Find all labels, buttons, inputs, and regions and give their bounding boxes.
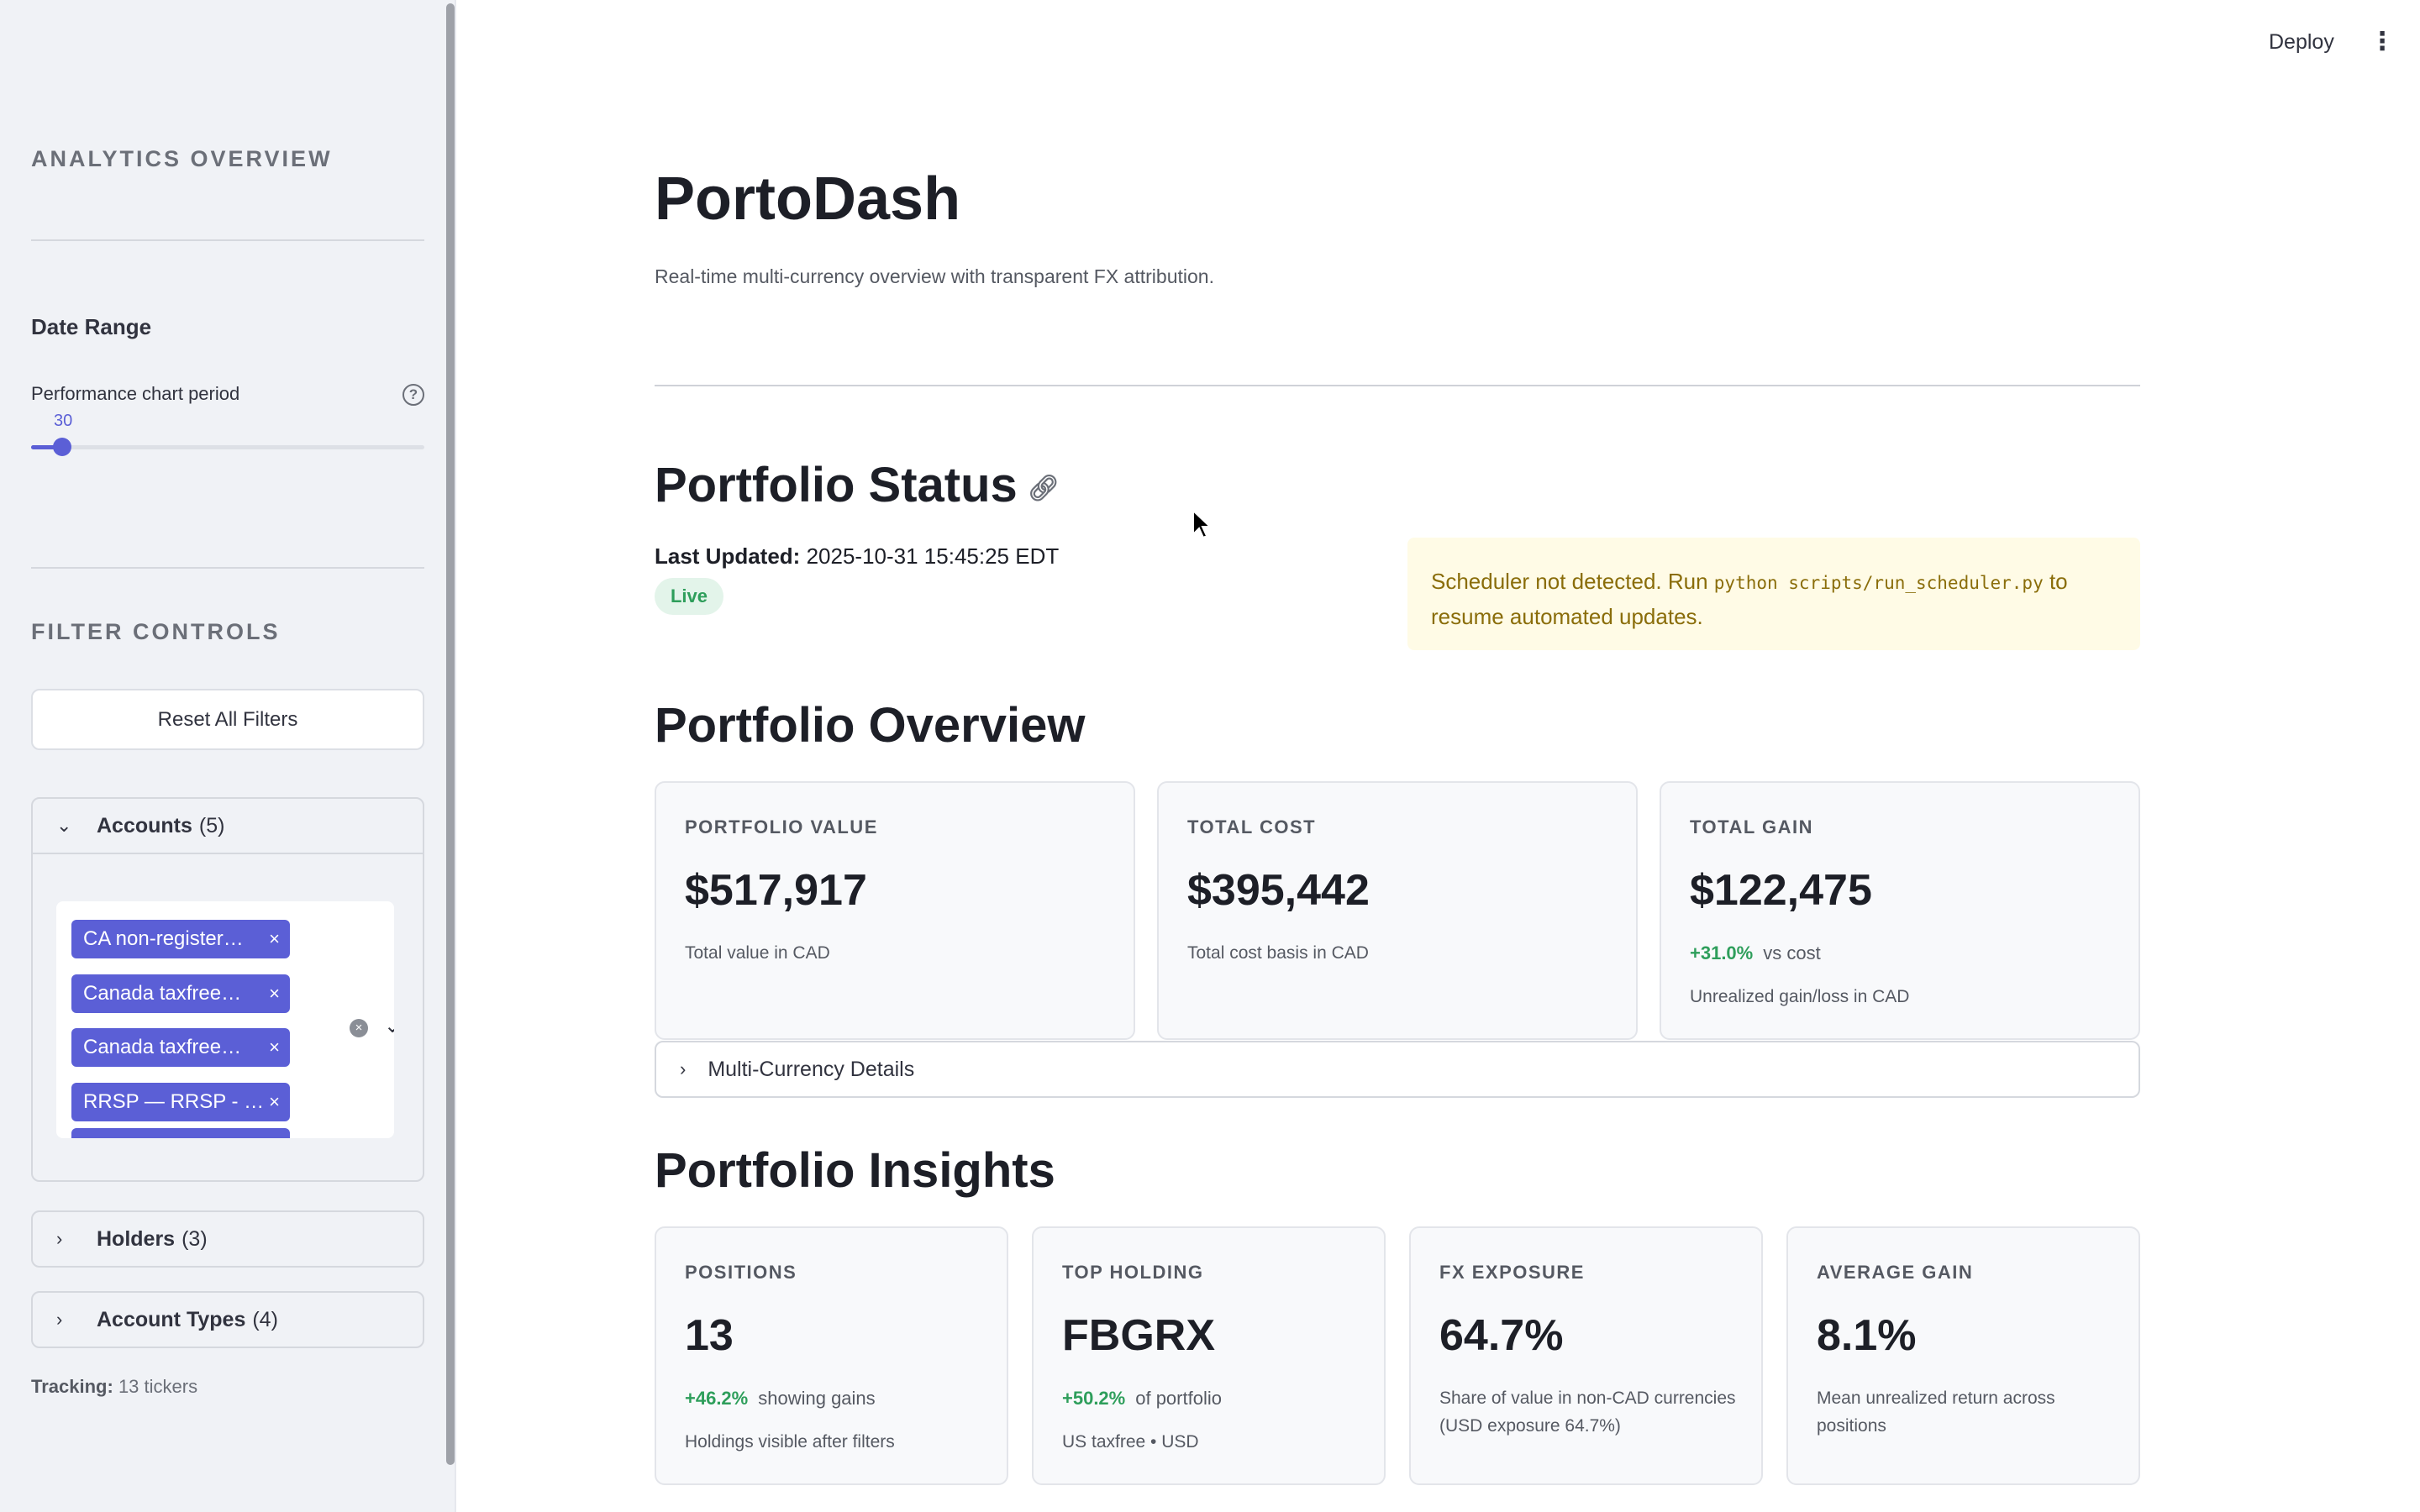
account-types-expander-header[interactable]: › Account Types (4) xyxy=(33,1293,423,1347)
chevron-right-icon: › xyxy=(680,1058,687,1079)
metric-note: Mean unrealized return across positions xyxy=(1817,1389,2055,1436)
holders-title: Holders xyxy=(97,1226,176,1251)
delta-positive: +31.0% xyxy=(1690,942,1754,963)
metric-value: $517,917 xyxy=(685,866,867,915)
account-tag[interactable]: RRSP — RRSP - … × xyxy=(71,1083,290,1121)
section-filter-controls: FILTER CONTROLS xyxy=(31,619,281,644)
metric-label: FX EXPOSURE xyxy=(1439,1262,1585,1283)
link-icon[interactable]: 🔗︎ xyxy=(1028,475,1060,502)
metric-label: AVERAGE GAIN xyxy=(1817,1262,1974,1283)
metric-value: 64.7% xyxy=(1439,1311,1564,1360)
slider-thumb[interactable] xyxy=(53,438,72,456)
account-types-count: (4) xyxy=(252,1307,278,1331)
metric-label: PORTFOLIO VALUE xyxy=(685,816,878,837)
scheduler-command: python scripts/run_scheduler.py xyxy=(1713,573,2044,593)
metric-value: $122,475 xyxy=(1690,866,1872,915)
metric-note: US taxfree • USD xyxy=(1062,1432,1199,1452)
metric-note: Total value in CAD xyxy=(685,943,830,963)
chevron-down-icon[interactable]: ⌄ xyxy=(384,1014,394,1038)
delta-positive: +46.2% xyxy=(685,1388,749,1409)
remove-tag-icon[interactable]: × xyxy=(269,974,280,1013)
metric-label: TOTAL GAIN xyxy=(1690,816,1813,837)
date-range-heading: Date Range xyxy=(31,314,152,339)
total-gain-card: TOTAL GAIN $122,475 +31.0% vs cost Unreal… xyxy=(1660,781,2140,1040)
reset-all-filters-button[interactable]: Reset All Filters xyxy=(31,689,424,750)
holders-count: (3) xyxy=(182,1226,208,1251)
metric-delta: +46.2% showing gains xyxy=(685,1388,876,1409)
total-cost-card: TOTAL COST $395,442 Total cost basis in … xyxy=(1157,781,1638,1040)
metric-label: TOTAL COST xyxy=(1187,816,1317,837)
holders-expander-header[interactable]: › Holders (3) xyxy=(33,1212,423,1266)
mouse-cursor-icon xyxy=(1192,509,1212,539)
delta-positive: +50.2% xyxy=(1062,1388,1126,1409)
sidebar-divider xyxy=(31,239,424,241)
deploy-button[interactable]: Deploy xyxy=(2269,30,2334,55)
portfolio-status-heading: Portfolio Status 🔗︎ xyxy=(655,458,1060,512)
metric-value: FBGRX xyxy=(1062,1311,1215,1360)
metric-label: TOP HOLDING xyxy=(1062,1262,1204,1283)
metric-note: Total cost basis in CAD xyxy=(1187,943,1369,963)
account-tag[interactable]: CA non-register… × xyxy=(71,920,290,958)
accounts-multiselect[interactable]: CA non-register… × Canada taxfree… × Can… xyxy=(56,901,394,1138)
last-updated-label: Last Updated: xyxy=(655,543,801,569)
account-tag[interactable]: Canada taxfree… × xyxy=(71,974,290,1013)
portfolio-value-card: PORTFOLIO VALUE $517,917 Total value in … xyxy=(655,781,1135,1040)
accounts-title: Accounts xyxy=(97,813,192,837)
remove-tag-icon[interactable]: × xyxy=(269,1083,280,1121)
divider xyxy=(655,385,2140,386)
top-holding-card: TOP HOLDING FBGRX +50.2% of portfolio US … xyxy=(1032,1226,1386,1485)
metric-note: Holdings visible after filters xyxy=(685,1432,895,1452)
help-icon[interactable]: ? xyxy=(402,384,424,406)
last-updated-value: 2025-10-31 15:45:25 EDT xyxy=(806,543,1060,569)
accounts-expander-header[interactable]: ⌄ Accounts (5) xyxy=(33,799,423,853)
section-analytics-overview: ANALYTICS OVERVIEW xyxy=(31,146,333,171)
tracking-value: 13 tickers xyxy=(118,1376,198,1397)
sidebar: ANALYTICS OVERVIEW Date Range Performanc… xyxy=(0,0,456,1512)
metric-label: POSITIONS xyxy=(685,1262,797,1283)
chevron-right-icon: › xyxy=(56,1309,63,1330)
accounts-expander: ⌄ Accounts (5) CA non-register… × Canada… xyxy=(31,797,424,1182)
last-updated: Last Updated: 2025-10-31 15:45:25 EDT xyxy=(655,543,1059,570)
tracking-label: Tracking: xyxy=(31,1376,113,1397)
portfolio-overview-heading: Portfolio Overview xyxy=(655,698,1086,753)
slider-label: Performance chart period xyxy=(31,383,240,404)
holders-expander: › Holders (3) xyxy=(31,1210,424,1268)
metric-note: Unrealized gain/loss in CAD xyxy=(1690,987,1910,1006)
metric-value: 13 xyxy=(685,1311,734,1360)
remove-tag-icon[interactable]: × xyxy=(269,1028,280,1067)
fx-exposure-card: FX EXPOSURE 64.7% Share of value in non-… xyxy=(1409,1226,1763,1485)
positions-card: POSITIONS 13 +46.2% showing gains Holding… xyxy=(655,1226,1008,1485)
portfolio-insights-heading: Portfolio Insights xyxy=(655,1143,1055,1198)
account-tag[interactable]: Canada taxfree… × xyxy=(71,1028,290,1067)
multi-currency-label: Multi-Currency Details xyxy=(708,1057,915,1081)
account-types-title: Account Types xyxy=(97,1307,246,1331)
metric-value: 8.1% xyxy=(1817,1311,1917,1360)
kebab-menu-icon[interactable]: ⋮ xyxy=(2370,27,2395,56)
metric-value: $395,442 xyxy=(1187,866,1370,915)
chevron-down-icon: ⌄ xyxy=(56,815,72,836)
account-types-expander: › Account Types (4) xyxy=(31,1291,424,1348)
sidebar-scrollbar[interactable] xyxy=(446,3,455,1465)
metric-delta: +31.0% vs cost xyxy=(1690,942,1821,963)
tracking-info: Tracking: 13 tickers xyxy=(31,1376,197,1398)
multi-currency-details-expander[interactable]: › Multi-Currency Details xyxy=(655,1041,2140,1098)
average-gain-card: AVERAGE GAIN 8.1% Mean unrealized return… xyxy=(1786,1226,2140,1485)
metric-delta: +50.2% of portfolio xyxy=(1062,1388,1222,1409)
clear-selection-icon[interactable]: × xyxy=(350,1019,368,1037)
account-tag-partial[interactable] xyxy=(71,1128,290,1138)
page-title: PortoDash xyxy=(655,165,961,233)
performance-period-slider[interactable] xyxy=(31,438,424,456)
slider-value: 30 xyxy=(54,412,73,430)
main-content: PortoDash Real-time multi-currency overv… xyxy=(655,0,2142,1512)
sidebar-divider xyxy=(31,567,424,569)
live-badge: Live xyxy=(655,578,723,615)
scheduler-warning: Scheduler not detected. Run python scrip… xyxy=(1407,538,2140,650)
remove-tag-icon[interactable]: × xyxy=(269,920,280,958)
page-subtitle: Real-time multi-currency overview with t… xyxy=(655,265,1214,287)
accounts-count: (5) xyxy=(198,813,225,837)
metric-note: Share of value in non-CAD currencies (US… xyxy=(1439,1389,1736,1436)
chevron-right-icon: › xyxy=(56,1228,63,1249)
